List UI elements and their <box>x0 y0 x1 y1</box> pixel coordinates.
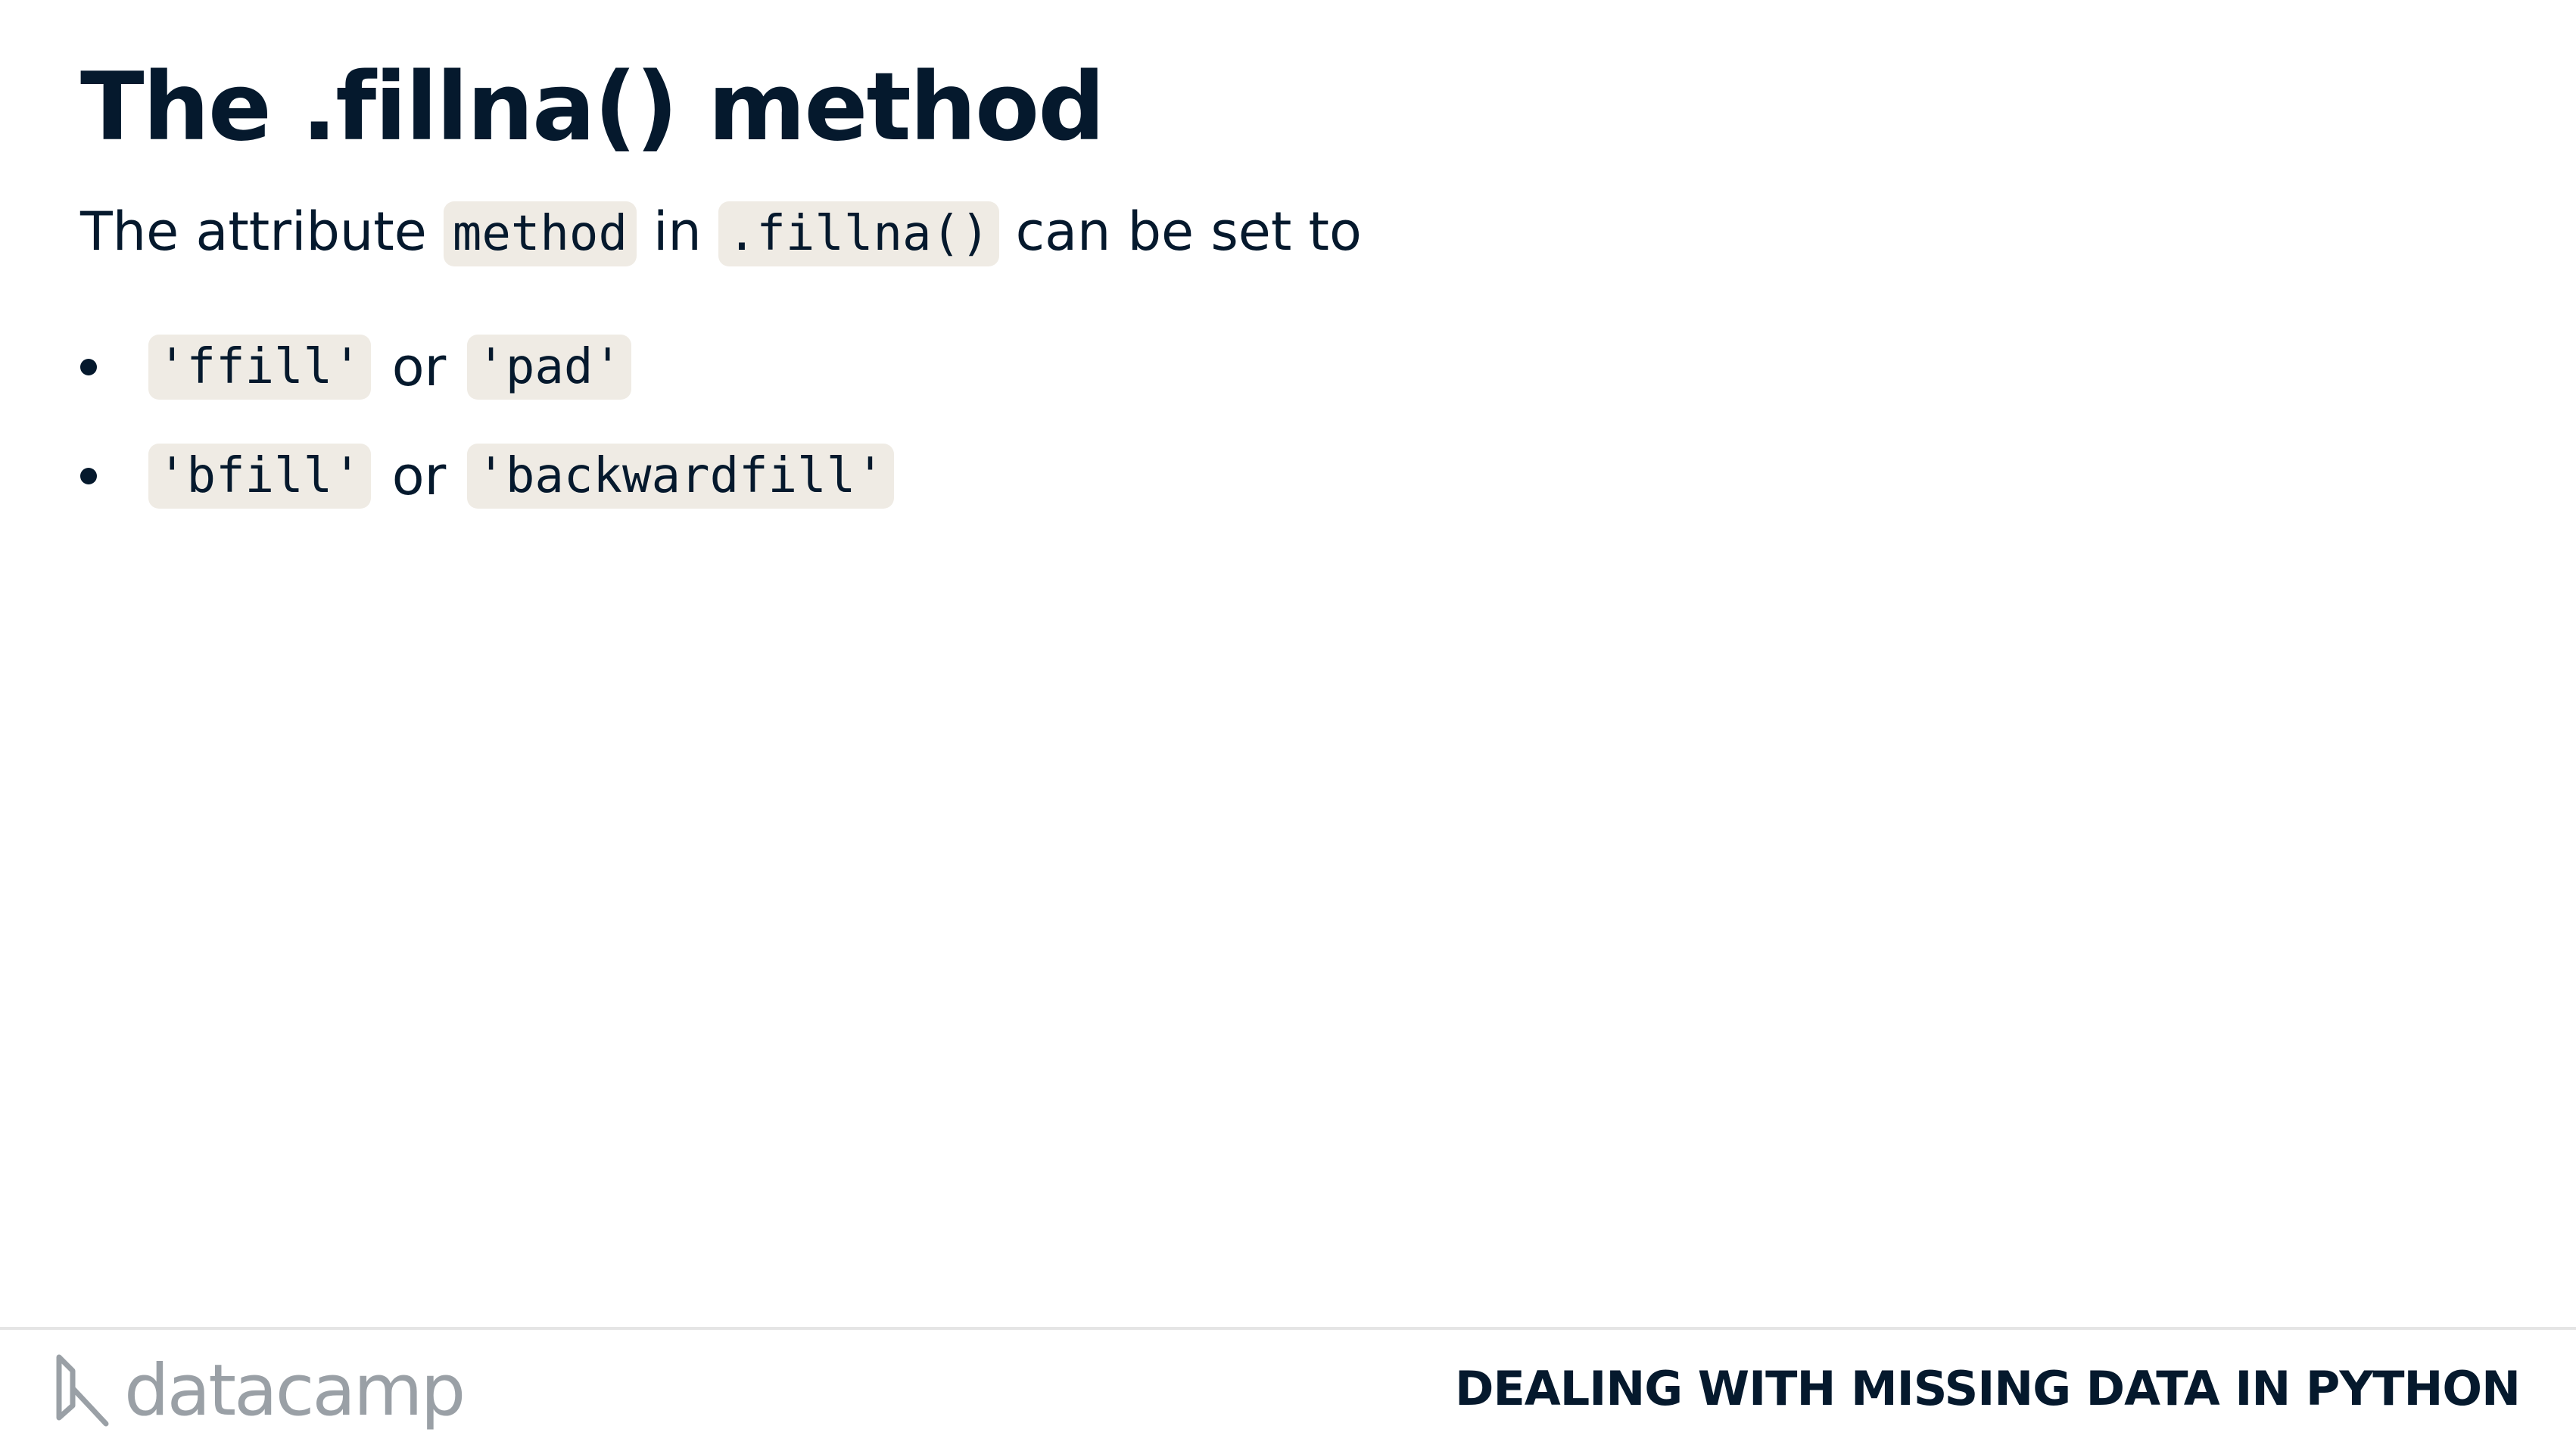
or-text: or <box>391 336 447 398</box>
list-item: 'bfill' or 'backwardfill' <box>80 434 894 518</box>
bullet-dot-icon <box>80 468 97 484</box>
code-method: method <box>443 201 637 266</box>
intro-text-1: The attribute <box>80 201 427 263</box>
slide-title: The .fillna() method <box>80 53 1105 162</box>
logo-text: datacamp <box>124 1349 466 1432</box>
datacamp-logo: datacamp <box>53 1349 466 1432</box>
intro-text-2: in <box>653 201 702 263</box>
intro-sentence: The attribute method in .fillna() can be set… <box>80 194 1362 272</box>
code-fillna: .fillna() <box>718 201 999 266</box>
or-text: or <box>391 445 447 507</box>
code-backwardfill: 'backwardfill' <box>467 444 894 509</box>
footer-divider <box>0 1327 2576 1330</box>
code-ffill: 'ffill' <box>148 335 371 400</box>
course-name: DEALING WITH MISSING DATA IN PYTHON <box>1454 1361 2521 1416</box>
datacamp-logo-icon <box>56 1354 109 1427</box>
code-pad: 'pad' <box>467 335 631 400</box>
bullet-dot-icon <box>80 359 97 375</box>
list-item: 'ffill' or 'pad' <box>80 325 894 409</box>
code-bfill: 'bfill' <box>148 444 371 509</box>
intro-text-3: can be set to <box>1015 201 1362 263</box>
options-list: 'ffill' or 'pad' 'bfill' or 'backwardfil… <box>80 325 894 543</box>
